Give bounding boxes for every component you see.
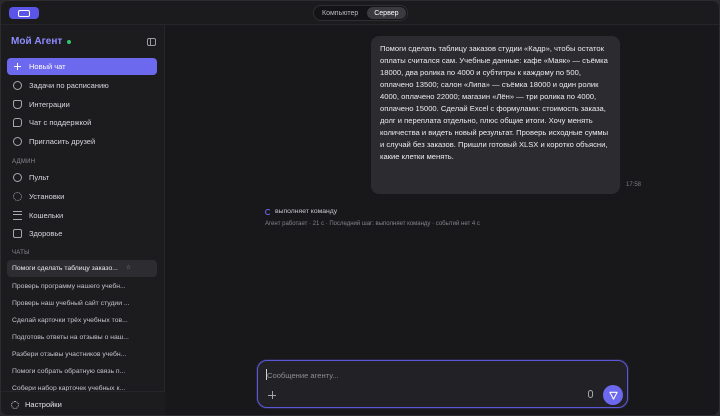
sidebar-item-label: Здоровье [29, 229, 63, 238]
brand[interactable]: Мой Агент [11, 36, 72, 47]
message-timestamp: 17:58 [626, 182, 642, 188]
spinner-icon [265, 208, 271, 215]
message-input[interactable] [267, 369, 567, 381]
sidebar-item-label: Установки [29, 192, 65, 201]
dashboard-icon [13, 173, 22, 182]
settings-label: Настройки [25, 400, 62, 409]
chat-list-item[interactable]: Проверь наш учебный сайт студии ... [7, 295, 157, 312]
agent-status-detail: Агент работает · 21 с · Последний шаг: в… [265, 221, 480, 227]
microphone-icon[interactable] [588, 390, 593, 398]
sidebar-item-integrations[interactable]: Интеграции [7, 96, 157, 113]
top-bar: Компьютер Сервер [1, 1, 719, 25]
online-status-dot [67, 39, 72, 44]
new-chat-label: Новый чат [29, 62, 66, 71]
sidebar-item-dashboard[interactable]: Пульт [7, 169, 157, 186]
chat-area: Помоги сделать таблицу заказов студии «К… [166, 25, 719, 415]
chat-list-item[interactable]: Разбери отзывы участников учебн... [7, 346, 157, 363]
send-button[interactable] [603, 385, 623, 405]
mode-switcher: Компьютер Сервер [313, 5, 408, 21]
wallet-icon [13, 211, 22, 220]
sidebar-item-label: Задачи по расписанию [29, 81, 109, 90]
sidebar-item-support-chat[interactable]: Чат с поддержкой [7, 114, 157, 131]
plug-icon [13, 100, 22, 109]
clock-icon [13, 81, 22, 90]
new-chat-button[interactable]: Новый чат [7, 58, 157, 75]
sidebar-item-scheduled-tasks[interactable]: Задачи по расписанию [7, 77, 157, 94]
invite-icon [13, 137, 22, 146]
app-window: Компьютер Сервер Мой Агент Новый чат Зад… [0, 0, 720, 416]
sidebar-item-wallets[interactable]: Кошельки [7, 207, 157, 224]
send-icon [608, 391, 618, 400]
chat-title: Помоги сделать таблицу заказо... [12, 265, 118, 272]
sidebar-item-settings-admin[interactable]: Установки [7, 188, 157, 205]
sidebar-item-health[interactable]: Здоровье [7, 225, 157, 242]
tab-computer[interactable]: Компьютер [315, 7, 365, 19]
chat-list-item[interactable]: Сделай карточки трёх учебных тов... [7, 312, 157, 329]
brand-title: Мой Агент [11, 36, 63, 47]
chat-list-item[interactable]: Помоги собрать обратную связь п... [7, 363, 157, 380]
sidebar-item-invite-friends[interactable]: Пригласить друзей [7, 133, 157, 150]
tab-server[interactable]: Сервер [367, 7, 406, 19]
chat-list-item[interactable]: Помоги сделать таблицу заказо... ☆ [7, 260, 157, 277]
admin-section-label: АДМИН [12, 159, 36, 165]
gear-icon [11, 400, 19, 409]
health-icon [13, 229, 22, 238]
collapse-sidebar-icon[interactable] [147, 38, 156, 46]
sidebar-item-label: Чат с поддержкой [29, 118, 92, 127]
plus-icon [13, 62, 22, 71]
user-message-bubble: Помоги сделать таблицу заказов студии «К… [371, 36, 620, 194]
gear-icon [13, 192, 22, 201]
star-icon[interactable]: ☆ [126, 260, 131, 277]
sidebar-item-label: Интеграции [29, 100, 70, 109]
chat-list-item[interactable]: Проверь программу нашего учебн... [7, 278, 157, 295]
chat-icon [13, 118, 22, 127]
sidebar-item-label: Пульт [29, 173, 50, 182]
chats-section-label: ЧАТЫ [12, 250, 30, 256]
agent-status-text: выполняет команду [275, 208, 338, 215]
monitor-icon[interactable] [9, 7, 39, 19]
message-composer [257, 360, 628, 408]
sidebar-item-label: Кошельки [29, 211, 64, 220]
sidebar-item-label: Пригласить друзей [29, 137, 96, 146]
sidebar: Мой Агент Новый чат Задачи по расписанию… [1, 25, 165, 415]
settings-button[interactable]: Настройки [1, 391, 165, 415]
attach-icon[interactable] [268, 391, 277, 400]
chat-list-item[interactable]: Подготовь ответы на отзывы о наш... [7, 329, 157, 346]
agent-status: выполняет команду [265, 208, 337, 215]
